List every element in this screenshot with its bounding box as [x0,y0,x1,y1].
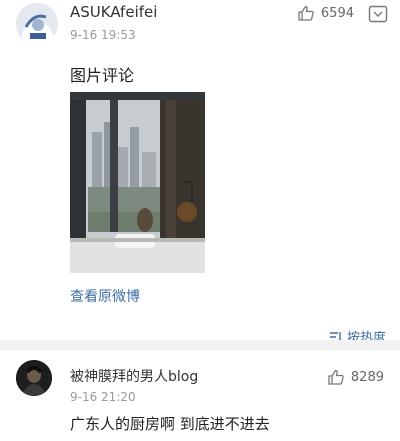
thumbs-up-icon [328,369,344,385]
comment-1: ASUKAfeifei 9-16 19:53 6594 图片评论 查看原微博 按… [0,0,400,346]
comment-photo[interactable] [70,92,205,273]
avatar[interactable] [16,3,58,45]
username[interactable]: ASUKAfeifei [70,3,157,21]
like-count: 8289 [350,369,384,385]
timestamp: 9-16 19:53 [70,28,136,42]
like-button[interactable]: 6594 [297,4,354,22]
section-divider [0,340,400,350]
dropdown-more-icon[interactable] [368,5,388,23]
like-button[interactable]: 8289 [327,368,384,386]
like-count: 6594 [320,5,354,21]
thumbs-up-icon [298,5,314,21]
avatar[interactable] [16,360,52,396]
comment-text: 广东人的厨房啊 到底进不进去 [70,415,270,433]
view-original-link[interactable]: 查看原微博 [70,286,140,306]
comment-2: 被神膜拜的男人blog 9-16 21:20 8289 广东人的厨房啊 到底进不… [0,350,400,441]
username[interactable]: 被神膜拜的男人blog [70,366,198,386]
timestamp: 9-16 21:20 [70,390,136,404]
comment-text: 图片评论 [70,66,135,85]
